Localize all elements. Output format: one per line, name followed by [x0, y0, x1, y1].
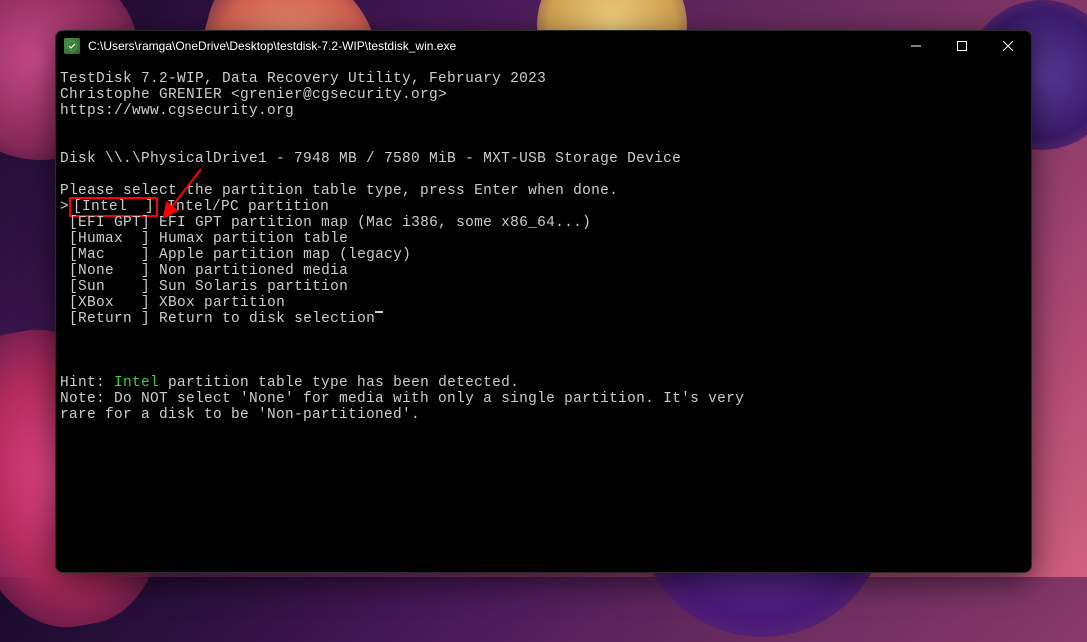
- header-line-1: TestDisk 7.2-WIP, Data Recovery Utility,…: [60, 71, 1027, 87]
- menu-item-humax[interactable]: [Humax ] Humax partition table: [60, 231, 1027, 247]
- menu-description: Apple partition map (legacy): [159, 247, 411, 263]
- note-line-1: Note: Do NOT select 'None' for media wit…: [60, 391, 1027, 407]
- menu-description: Intel/PC partition: [167, 199, 329, 215]
- menu-prefix: [60, 279, 69, 295]
- blank-line: [60, 359, 1027, 375]
- menu-description: EFI GPT partition map (Mac i386, some x8…: [159, 215, 591, 231]
- prompt-line: Please select the partition table type, …: [60, 183, 1027, 199]
- menu-item-intel[interactable]: >[Intel ] Intel/PC partition: [60, 199, 1027, 215]
- menu-description: Non partitioned media: [159, 263, 348, 279]
- terminal-window: C:\Users\ramga\OneDrive\Desktop\testdisk…: [55, 30, 1032, 573]
- menu-item-xbox[interactable]: [XBox ] XBox partition: [60, 295, 1027, 311]
- menu-item-none[interactable]: [None ] Non partitioned media: [60, 263, 1027, 279]
- close-button[interactable]: [985, 31, 1031, 61]
- menu-option: [XBox ]: [69, 295, 150, 311]
- hint-prefix: Hint:: [60, 375, 114, 391]
- minimize-button[interactable]: [893, 31, 939, 61]
- hint-suffix: partition table type has been detected.: [159, 375, 519, 391]
- header-line-3: https://www.cgsecurity.org: [60, 103, 1027, 119]
- menu-option: [EFI GPT]: [69, 215, 150, 231]
- title-bar[interactable]: C:\Users\ramga\OneDrive\Desktop\testdisk…: [56, 31, 1031, 61]
- menu-prefix: [60, 231, 69, 247]
- menu-option: [Sun ]: [69, 279, 150, 295]
- menu-description: Sun Solaris partition: [159, 279, 348, 295]
- menu-description: Humax partition table: [159, 231, 348, 247]
- blank-line: [60, 119, 1027, 135]
- menu-option: [Humax ]: [69, 231, 150, 247]
- hint-line: Hint: Intel partition table type has bee…: [60, 375, 1027, 391]
- menu-prefix: [60, 311, 69, 327]
- menu-item-return[interactable]: [Return ] Return to disk selection: [60, 311, 1027, 327]
- blank-line: [60, 327, 1027, 343]
- menu-description: Return to disk selection: [159, 311, 375, 327]
- terminal-content[interactable]: TestDisk 7.2-WIP, Data Recovery Utility,…: [56, 61, 1031, 427]
- menu-prefix: [60, 215, 69, 231]
- menu-option: [None ]: [69, 263, 150, 279]
- header-line-2: Christophe GRENIER <grenier@cgsecurity.o…: [60, 87, 1027, 103]
- maximize-button[interactable]: [939, 31, 985, 61]
- menu-item-sun[interactable]: [Sun ] Sun Solaris partition: [60, 279, 1027, 295]
- disk-info: Disk \\.\PhysicalDrive1 - 7948 MB / 7580…: [60, 151, 1027, 167]
- menu-prefix: >: [60, 199, 69, 215]
- menu-prefix: [60, 295, 69, 311]
- menu-prefix: [60, 263, 69, 279]
- cursor: [375, 311, 383, 313]
- menu-description: XBox partition: [159, 295, 285, 311]
- menu-option: [Return ]: [69, 311, 150, 327]
- menu-option: [Intel ]: [73, 199, 154, 215]
- menu-option: [Mac ]: [69, 247, 150, 263]
- blank-line: [60, 135, 1027, 151]
- app-icon: [64, 38, 80, 54]
- window-title: C:\Users\ramga\OneDrive\Desktop\testdisk…: [88, 39, 1023, 53]
- hint-highlighted: Intel: [114, 375, 159, 391]
- menu-item-efi-gpt[interactable]: [EFI GPT] EFI GPT partition map (Mac i38…: [60, 215, 1027, 231]
- selected-highlight: [Intel ]: [69, 197, 158, 217]
- note-line-2: rare for a disk to be 'Non-partitioned'.: [60, 407, 1027, 423]
- menu-prefix: [60, 247, 69, 263]
- window-controls: [893, 31, 1031, 61]
- blank-line: [60, 343, 1027, 359]
- blank-line: [60, 167, 1027, 183]
- menu-item-mac[interactable]: [Mac ] Apple partition map (legacy): [60, 247, 1027, 263]
